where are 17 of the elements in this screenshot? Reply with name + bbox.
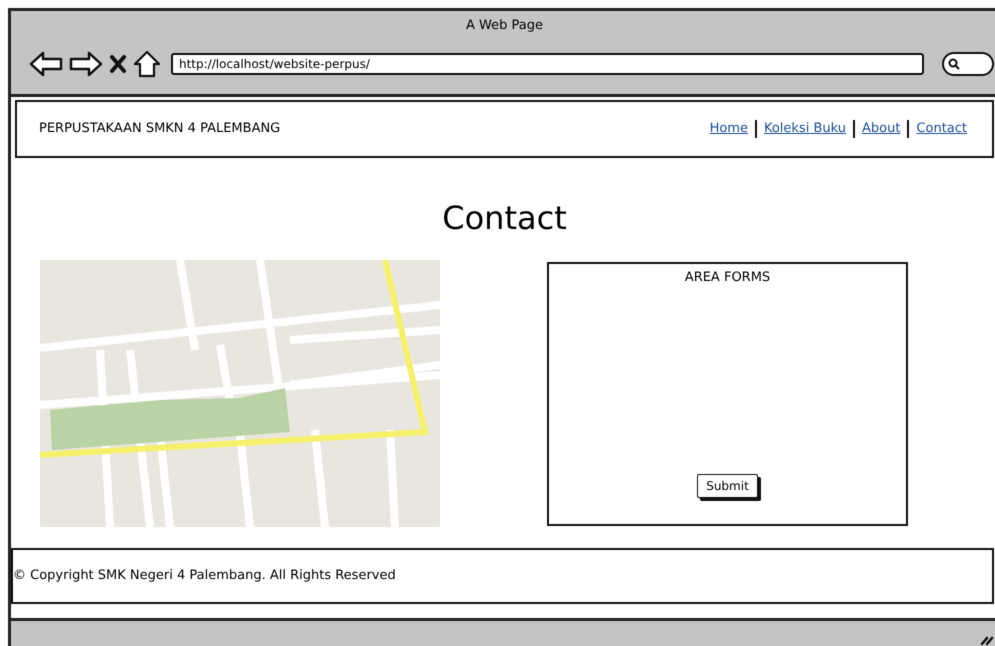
site-title: PERPUSTAKAAN SMKN 4 PALEMBANG: [39, 120, 280, 138]
copyright-text: © Copyright SMK Negeri 4 Palembang. All Rights Reserved: [13, 567, 396, 586]
nav-link[interactable]: Home: [702, 119, 755, 139]
back-icon[interactable]: [29, 50, 63, 78]
nav-link[interactable]: Contact: [909, 119, 974, 139]
address-field[interactable]: http://localhost/website-perpus/: [171, 52, 924, 74]
submit-button[interactable]: Submit: [697, 474, 758, 498]
page-heading: Contact: [442, 198, 567, 239]
search-icon: [948, 58, 960, 70]
search-field[interactable]: [942, 52, 994, 76]
nav-link[interactable]: About: [854, 119, 908, 139]
forward-icon[interactable]: [69, 50, 103, 78]
close-icon[interactable]: [109, 54, 127, 74]
form-title: AREA FORMS: [684, 269, 770, 287]
home-icon[interactable]: [133, 50, 161, 78]
nav-link[interactable]: Koleksi Buku: [756, 119, 853, 139]
window-title: A Web Page: [466, 17, 543, 35]
